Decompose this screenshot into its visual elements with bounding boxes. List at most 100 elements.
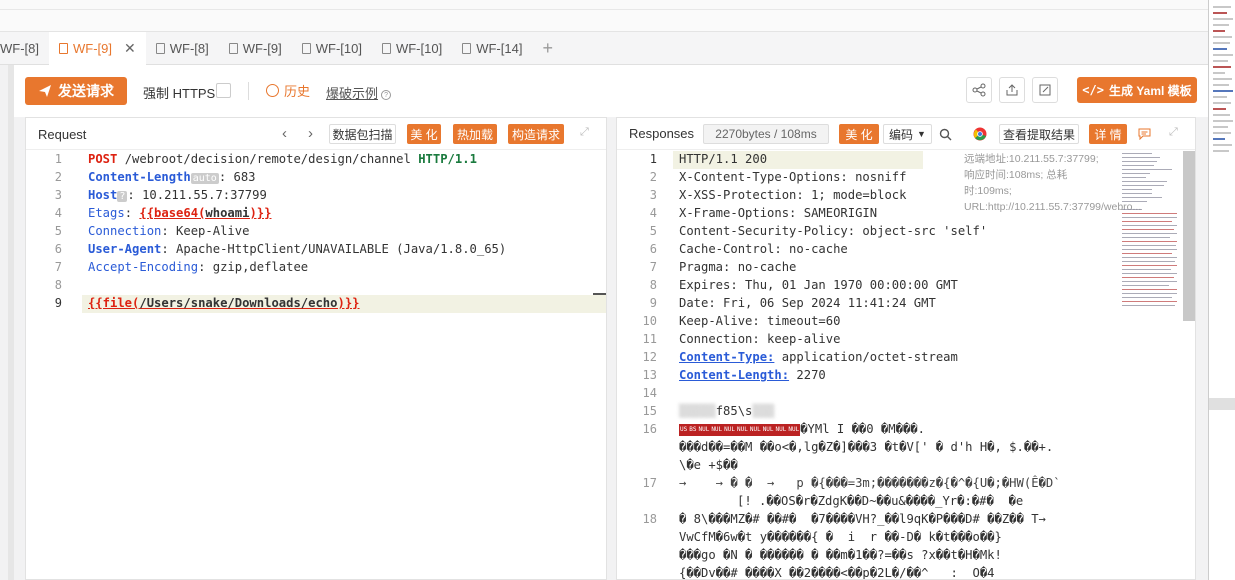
binary-line: {��Dv��# ����X ��2����<��p�2L�/��^_ : O�… bbox=[679, 566, 995, 579]
window-top-strip bbox=[0, 0, 1208, 32]
share-icon bbox=[972, 83, 986, 97]
document-icon bbox=[228, 42, 238, 54]
response-header: Responses 2270bytes / 108ms 美 化 编码 ▼ 查看提取… bbox=[617, 118, 1195, 150]
right-side-panel bbox=[1208, 0, 1235, 580]
binary-text: \�e +$�� bbox=[679, 458, 738, 472]
tab-label: WF-[8] bbox=[169, 40, 209, 56]
beautify-button[interactable]: 美 化 bbox=[407, 124, 441, 144]
history-label: 历史 bbox=[284, 84, 311, 99]
header-value: 2270 bbox=[789, 368, 826, 382]
expand-icon[interactable]: ⤢ bbox=[1169, 126, 1181, 138]
tab-item[interactable]: WF-[9] bbox=[219, 32, 292, 65]
tab-item[interactable]: WF-[14] bbox=[452, 32, 532, 65]
edit-button[interactable] bbox=[1032, 77, 1058, 103]
tag-arg: whoami bbox=[205, 206, 250, 220]
tag-close: )}} bbox=[337, 296, 360, 310]
upload-icon bbox=[1006, 84, 1018, 96]
binary-text: → → � � → p �{���=3m;�������z�{�^�{U�;�H… bbox=[679, 476, 1061, 490]
packet-scan-button[interactable]: 数据包扫描 bbox=[329, 124, 396, 144]
back-arrow-icon[interactable]: ‹ bbox=[282, 125, 287, 142]
line-number: 10 bbox=[642, 314, 657, 328]
binary-text: {��Dv��# ����X ��2����<��p�2L�/��^_ : O�… bbox=[679, 566, 995, 579]
control-char: NUL bbox=[774, 423, 788, 436]
comment-icon bbox=[1138, 128, 1150, 140]
header-line: Pragma: no-cache bbox=[679, 260, 797, 274]
yaml-label: 生成 Yaml 模板 bbox=[1108, 83, 1192, 98]
binary-text: [! .��OS�r�ZdgK��D~��u&����_Yr�:�#� �e bbox=[737, 494, 1024, 508]
control-char: US bbox=[679, 423, 689, 436]
tag-open: {{base64( bbox=[139, 206, 206, 220]
comment-button[interactable] bbox=[1133, 124, 1155, 144]
help-icon: ? bbox=[381, 89, 392, 100]
response-viewer[interactable]: 远端地址:10.211.55.7:37799; 响应时间:108ms; 总耗时:… bbox=[617, 151, 1195, 579]
line-number: 17 bbox=[642, 476, 657, 490]
chrome-icon bbox=[973, 127, 987, 141]
header-line: Etags: {{base64(whoami)}} bbox=[88, 206, 271, 220]
line-number: 2 bbox=[649, 170, 657, 184]
tab-item[interactable]: WF-[8] bbox=[0, 32, 49, 65]
beautify-button[interactable]: 美 化 bbox=[839, 124, 879, 144]
line-number: 3 bbox=[54, 188, 62, 202]
document-icon bbox=[381, 42, 391, 54]
tab-bar: WF-[8] WF-[9] ✕ WF-[8] WF-[9] WF-[10] WF… bbox=[0, 31, 1208, 65]
control-char: NUL bbox=[761, 423, 775, 436]
expand-icon[interactable]: ⤢ bbox=[580, 126, 592, 138]
export-button[interactable] bbox=[999, 77, 1025, 103]
tab-item[interactable]: WF-[10] bbox=[292, 32, 372, 65]
detail-button[interactable]: 详 情 bbox=[1089, 124, 1127, 144]
divider bbox=[248, 82, 249, 100]
vertical-scrollbar[interactable] bbox=[1183, 151, 1195, 321]
add-tab-icon[interactable]: + bbox=[532, 38, 563, 59]
binary-line: → → � � → p �{���=3m;�������z�{�^�{U�;�H… bbox=[679, 476, 1061, 490]
header-value: : gzip,deflatee bbox=[198, 260, 309, 274]
generate-yaml-button[interactable]: </> 生成 Yaml 模板 bbox=[1077, 77, 1197, 103]
header-value: : 683 bbox=[218, 170, 256, 184]
tab-item[interactable]: WF-[10] bbox=[372, 32, 452, 65]
tag-arg: /Users/snake/Downloads/echo bbox=[139, 296, 338, 310]
line-number: 5 bbox=[649, 224, 657, 238]
control-char: NUL bbox=[723, 423, 736, 436]
request-path: /webroot/decision/remote/design/channel bbox=[117, 152, 419, 166]
response-size-badge: 2270bytes / 108ms bbox=[703, 124, 829, 144]
tab-label: WF-[10] bbox=[315, 40, 362, 56]
view-extract-button[interactable]: 查看提取结果 bbox=[999, 124, 1079, 144]
tab-label: WF-[8] bbox=[0, 40, 39, 56]
header-line: User-Agent: Apache-HttpClient/UNAVAILABL… bbox=[88, 242, 506, 256]
force-https-checkbox[interactable] bbox=[216, 83, 231, 98]
burst-example-link[interactable]: 爆破示例? bbox=[326, 83, 392, 102]
send-icon bbox=[39, 85, 51, 97]
share-button[interactable] bbox=[966, 77, 992, 103]
history-button[interactable]: 历史 bbox=[266, 81, 310, 100]
header-line: Content-Type: application/octet-stream bbox=[679, 350, 958, 364]
header-value: : 10.211.55.7:37799 bbox=[127, 188, 267, 202]
build-request-button[interactable]: 构造请求 bbox=[508, 124, 564, 144]
line-number: 2 bbox=[54, 170, 62, 184]
document-icon bbox=[155, 42, 165, 54]
forward-arrow-icon[interactable]: › bbox=[308, 125, 313, 142]
tab-item-active[interactable]: WF-[9] ✕ bbox=[49, 31, 146, 65]
help-tag: ? bbox=[117, 191, 128, 202]
http-version: HTTP/1.1 bbox=[418, 152, 477, 166]
control-char: NUL bbox=[787, 423, 801, 436]
binary-line: [! .��OS�r�ZdgK��D~��u&����_Yr�:�#� �e bbox=[737, 494, 1023, 508]
line-number: 5 bbox=[54, 224, 62, 238]
encoding-select[interactable]: 编码 ▼ bbox=[883, 124, 932, 144]
request-editor[interactable]: 1 2 3 4 5 6 7 8 9 POST /webroot/decision… bbox=[26, 151, 606, 579]
hotload-button[interactable]: 热加载 bbox=[453, 124, 497, 144]
header-key: Connection bbox=[88, 224, 162, 238]
header-line: Cache-Control: no-cache bbox=[679, 242, 848, 256]
tab-item[interactable]: WF-[8] bbox=[146, 32, 219, 65]
header-key: Accept-Encoding bbox=[88, 260, 199, 274]
line-number: 8 bbox=[649, 278, 657, 292]
binary-text: ���go �N � ������ � ��m�1��?=��s ?x��t�H… bbox=[679, 548, 1002, 562]
send-request-button[interactable]: 发送请求 bbox=[25, 77, 127, 105]
search-button[interactable] bbox=[934, 124, 956, 144]
line-number: 1 bbox=[649, 152, 657, 166]
close-icon[interactable]: ✕ bbox=[124, 40, 136, 57]
document-icon bbox=[462, 42, 472, 54]
body-line: {{file(/Users/snake/Downloads/echo)}} bbox=[88, 296, 360, 310]
left-scrollbar[interactable] bbox=[8, 65, 14, 580]
header-line: Accept-Encoding: gzip,deflatee bbox=[88, 260, 308, 274]
header-line: Connection: Keep-Alive bbox=[88, 224, 249, 238]
chrome-button[interactable] bbox=[969, 124, 991, 144]
